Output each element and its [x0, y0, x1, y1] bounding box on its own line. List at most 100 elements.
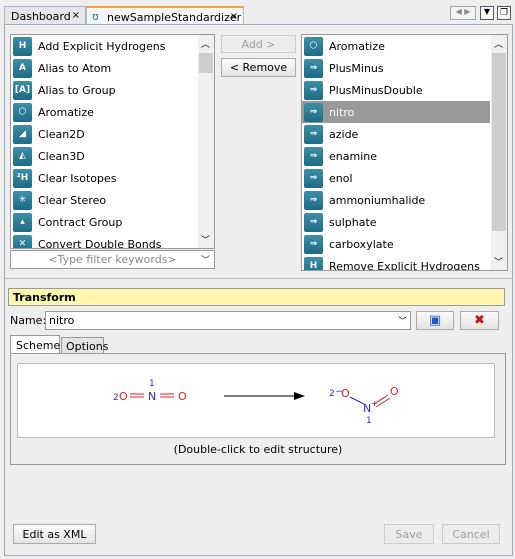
list-item[interactable]: ⇒ carboxylate [302, 233, 490, 255]
chevron-up-icon[interactable]: ︿ [494, 37, 503, 50]
chevron-down-icon[interactable]: ﹀ [201, 253, 210, 266]
standardizer-icon: ʊ [92, 10, 99, 23]
chevron-down-icon[interactable]: ﹀ [398, 314, 407, 327]
action-icon: ⇒ [304, 190, 323, 210]
scroll-thumb[interactable] [492, 53, 506, 231]
list-item[interactable]: A Alias to Atom [11, 57, 214, 79]
scroll-thumb[interactable] [199, 53, 213, 73]
item-label: Aromatize [329, 39, 385, 53]
action-icon: ⇒ [304, 234, 323, 254]
action-icon: ²H [13, 168, 32, 188]
item-label: ammoniumhalide [329, 193, 426, 207]
list-item[interactable]: ⇒ enol [302, 167, 490, 189]
list-item[interactable]: ⇒ ammoniumhalide [302, 189, 490, 211]
add-button[interactable]: Add > [221, 35, 296, 53]
action-icon: ✳ [13, 190, 32, 210]
action-icon: ⇒ [304, 102, 323, 122]
item-label: enamine [329, 149, 377, 163]
action-icon: ✕ [13, 234, 32, 248]
item-label: nitro [329, 105, 355, 119]
name-label: Name: [10, 314, 47, 327]
tab-scheme[interactable]: Scheme [10, 335, 60, 354]
list-item[interactable]: ⇒ PlusMinus [302, 57, 490, 79]
cancel-button[interactable]: Cancel [442, 524, 500, 544]
list-item[interactable]: ⇒ azide [302, 123, 490, 145]
action-icon: [A] [13, 80, 32, 100]
item-label: Clear Stereo [38, 193, 107, 207]
list-item[interactable]: ⬡ Aromatize [11, 101, 214, 123]
filter-placeholder: <Type filter keywords> [48, 253, 177, 266]
svg-text:N: N [148, 390, 156, 403]
close-icon[interactable]: × [230, 11, 238, 22]
item-label: sulphate [329, 215, 377, 229]
item-label: Aromatize [38, 105, 94, 119]
tab-label: Dashboard [11, 10, 71, 23]
svg-text:1: 1 [149, 379, 155, 389]
list-item[interactable]: ⇒ PlusMinusDouble [302, 79, 490, 101]
list-item[interactable]: ⇒ enamine [302, 145, 490, 167]
list-item[interactable]: ◭ Clean3D [11, 145, 214, 167]
chevron-down-icon[interactable]: ﹀ [494, 255, 503, 268]
available-actions-list[interactable]: H Add Explicit Hydrogens A Alias to Atom [A]… [10, 34, 215, 249]
list-item[interactable]: ✕ Convert Double Bonds [11, 233, 214, 249]
list-item[interactable]: ▴ Contract Group [11, 211, 214, 233]
item-label: Clean3D [38, 149, 85, 163]
save-button[interactable]: Save [384, 524, 434, 544]
action-icon: ⬡ [304, 36, 323, 56]
action-icon: ⇒ [304, 124, 323, 144]
list-item[interactable]: ◢ Clean2D [11, 123, 214, 145]
item-label: Alias to Group [38, 83, 116, 97]
scrollbar[interactable]: ︿ ﹀ [198, 35, 214, 248]
action-icon: A [13, 58, 32, 78]
item-label: enol [329, 171, 353, 185]
action-icon: ◢ [13, 124, 32, 144]
close-icon[interactable]: × [72, 10, 80, 21]
item-label: PlusMinusDouble [329, 83, 423, 97]
action-icon: ⇒ [304, 80, 323, 100]
item-label: Contract Group [38, 215, 123, 229]
divider [4, 278, 513, 279]
reaction-scheme-canvas[interactable]: 2O N1 O 2−O N+1 O [17, 363, 495, 438]
scrollbar[interactable]: ︿ ﹀ [491, 35, 507, 270]
item-label: PlusMinus [329, 61, 384, 75]
list-item[interactable]: ⇒ nitro [302, 101, 490, 123]
item-label: Add Explicit Hydrogens [38, 39, 166, 53]
tab-dashboard[interactable]: Dashboard × [4, 6, 86, 25]
tab-standardizer[interactable]: ʊ newSampleStandardizer × [86, 6, 244, 25]
list-item[interactable]: ⬡ Aromatize [302, 35, 490, 57]
filter-input[interactable]: <Type filter keywords> ﹀ [10, 250, 215, 269]
list-item[interactable]: [A] Alias to Group [11, 79, 214, 101]
chevron-down-icon[interactable]: ﹀ [201, 233, 210, 246]
list-item[interactable]: H Add Explicit Hydrogens [11, 35, 214, 57]
list-item[interactable]: ⇒ sulphate [302, 211, 490, 233]
action-icon: H [13, 36, 32, 56]
svg-text:O: O [178, 390, 187, 403]
scroll-tabs-buttons[interactable]: ◀ ▶ [450, 6, 476, 20]
svg-text:N: N [363, 402, 371, 415]
item-label: azide [329, 127, 359, 141]
list-item[interactable]: H Remove Explicit Hydrogens [302, 255, 490, 270]
chevron-up-icon[interactable]: ︿ [201, 37, 210, 50]
delete-icon[interactable]: ✖ [460, 311, 499, 330]
action-icon: ▴ [13, 212, 32, 232]
selected-actions-list[interactable]: ⬡ Aromatize ⇒ PlusMinus ⇒ PlusMinusDouble ⇒ nit… [301, 34, 508, 271]
restore-icon[interactable]: ❐ [497, 6, 511, 20]
remove-button[interactable]: < Remove [221, 58, 296, 77]
list-item[interactable]: ✳ Clear Stereo [11, 189, 214, 211]
item-label: Clear Isotopes [38, 171, 117, 185]
action-icon: ⇒ [304, 168, 323, 188]
svg-text:O: O [341, 387, 350, 400]
item-label: Convert Double Bonds [38, 237, 162, 249]
svg-text:2: 2 [329, 389, 335, 399]
tab-options[interactable]: Options [61, 337, 108, 354]
list-item[interactable]: ²H Clear Isotopes [11, 167, 214, 189]
edit-as-xml-button[interactable]: Edit as XML [13, 524, 96, 544]
chevron-down-icon[interactable]: ▼ [480, 6, 494, 20]
action-icon: ◭ [13, 146, 32, 166]
scheme-caption: (Double-click to edit structure) [173, 443, 343, 456]
save-icon[interactable]: ▣ [416, 311, 454, 330]
svg-text:O: O [119, 390, 128, 403]
tab-label: newSampleStandardizer [107, 11, 242, 24]
item-label: Alias to Atom [38, 61, 112, 75]
name-combobox[interactable]: nitro ﹀ [45, 311, 411, 330]
